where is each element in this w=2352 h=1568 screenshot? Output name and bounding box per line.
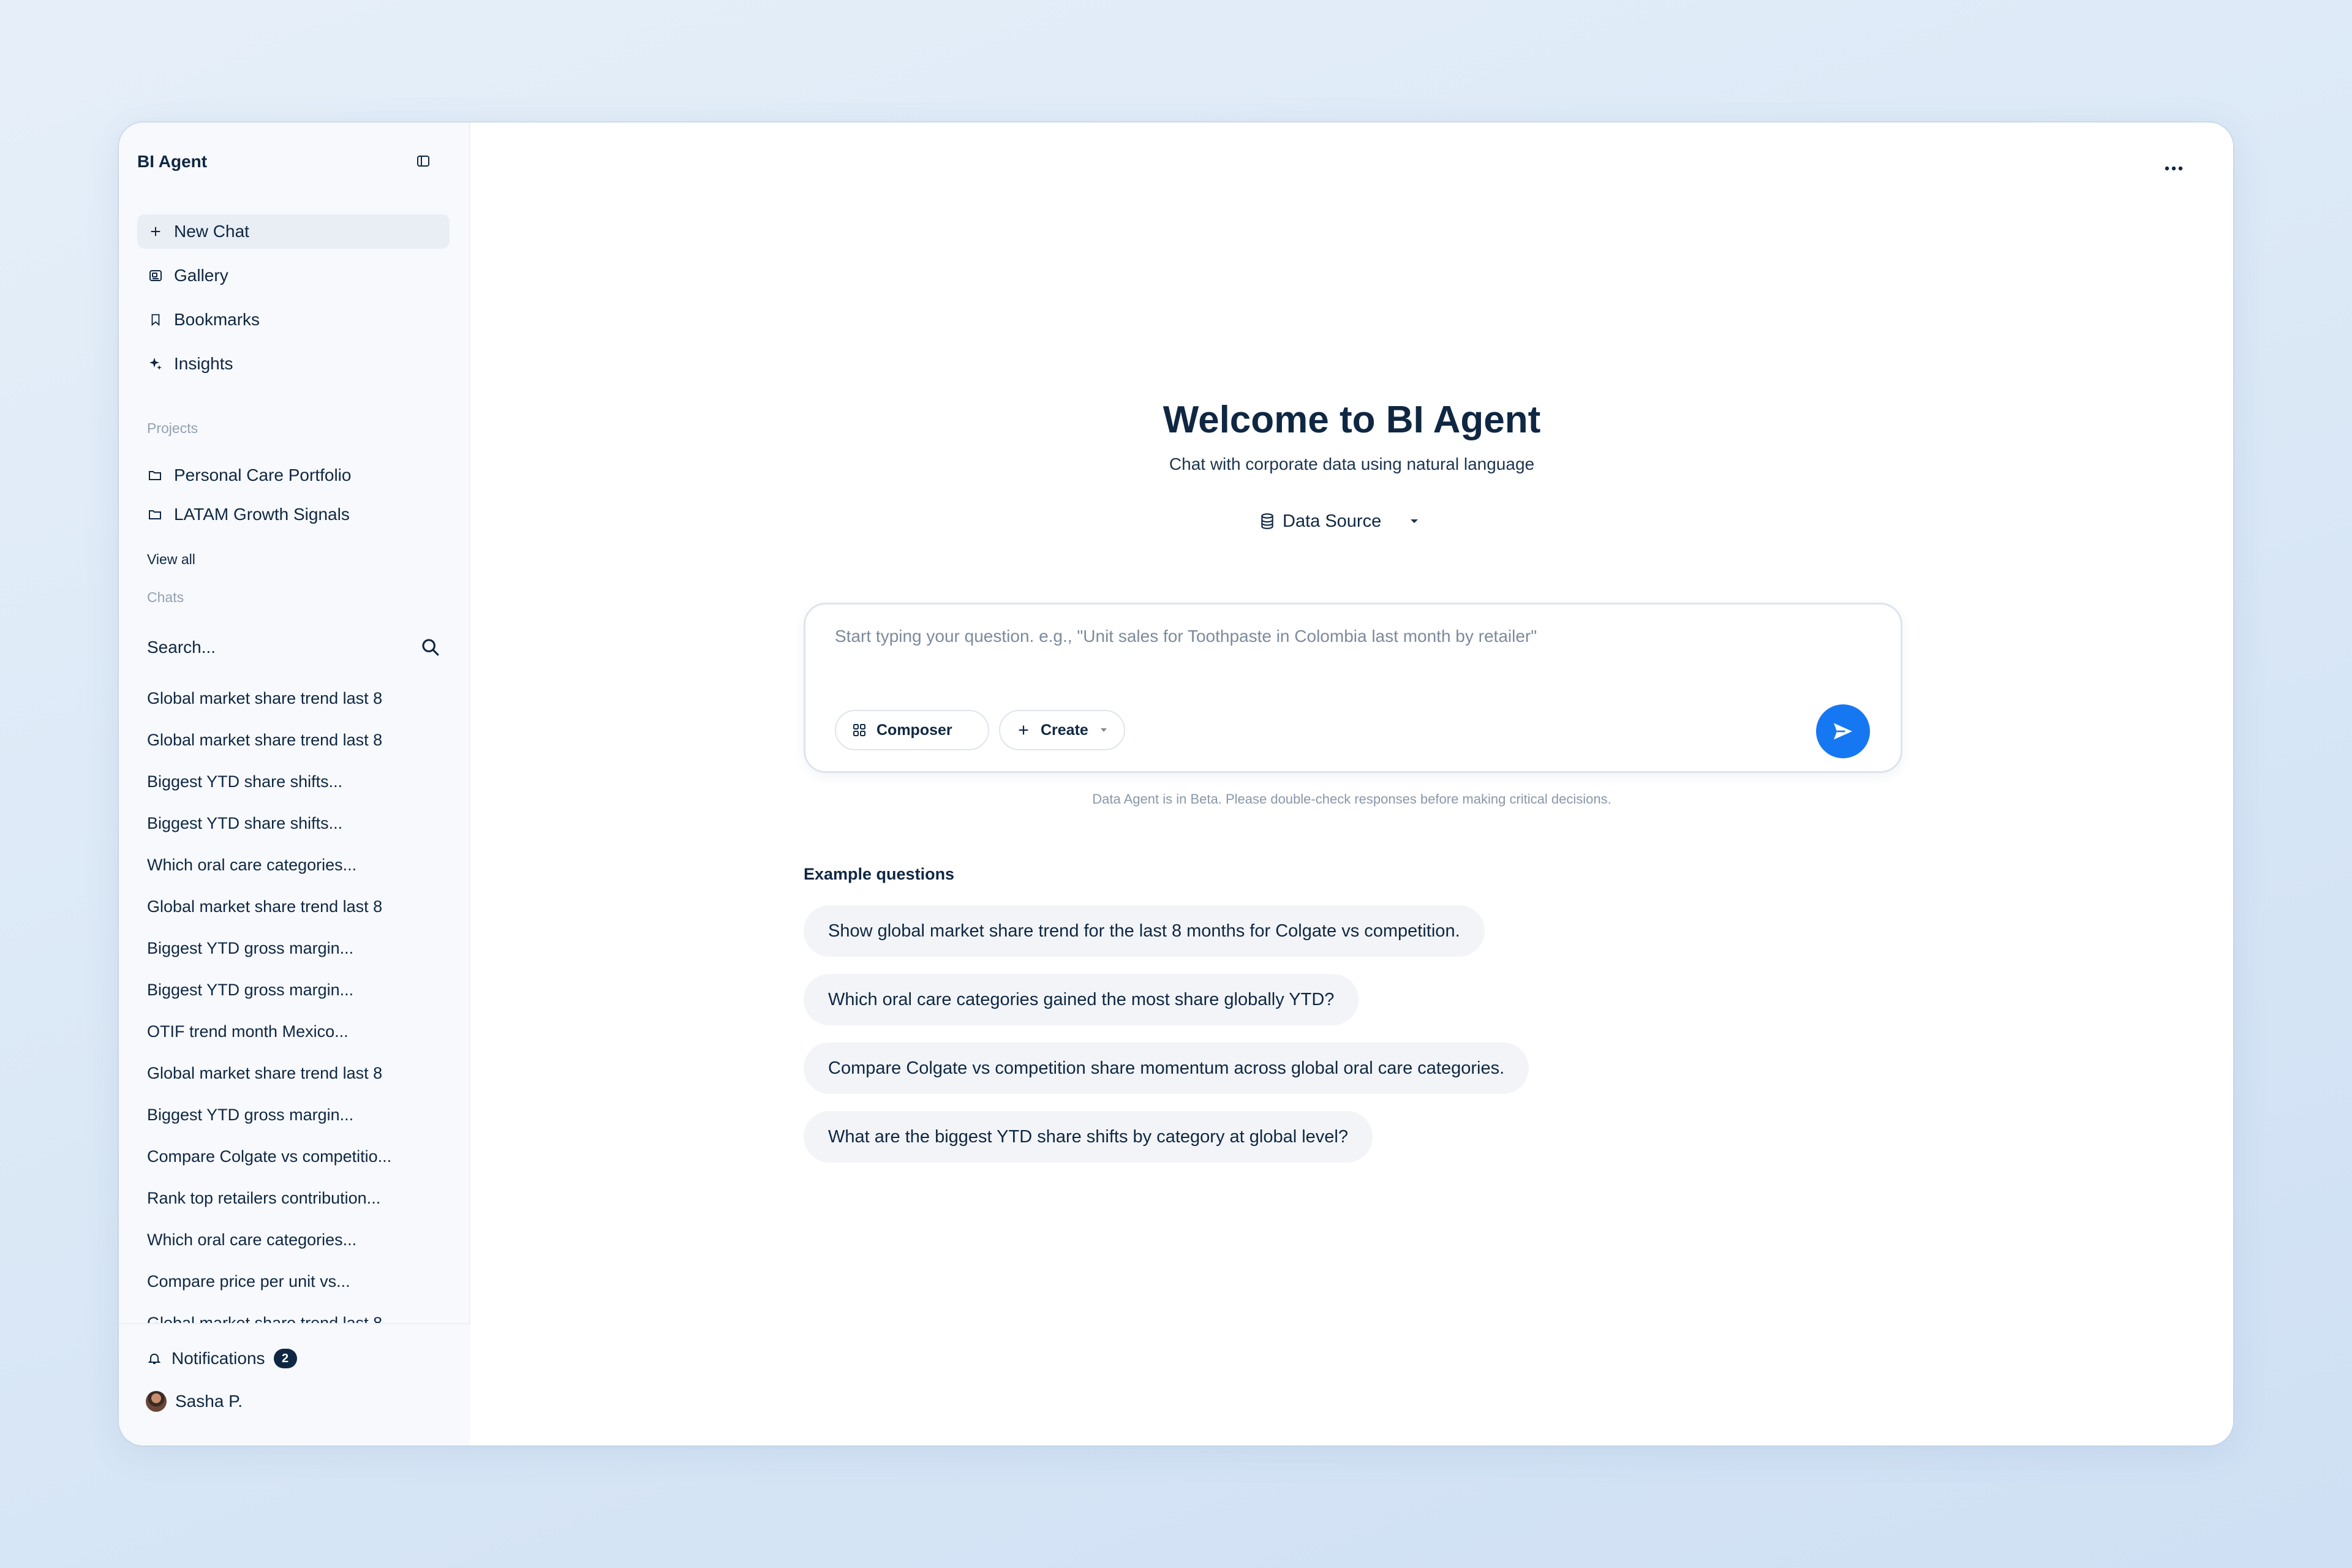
chat-history-item[interactable]: Global market share trend last 8: [147, 726, 382, 753]
chat-search-input[interactable]: [147, 638, 392, 657]
view-all-projects-link[interactable]: View all: [147, 551, 195, 568]
user-name: Sasha P.: [175, 1392, 243, 1411]
gallery-icon: [147, 267, 164, 284]
example-question-chip[interactable]: Which oral care categories gained the mo…: [804, 974, 1359, 1025]
chat-history-item[interactable]: Compare price per unit vs...: [147, 1268, 350, 1295]
beta-disclaimer: Data Agent is in Beta. Please double-che…: [1092, 791, 1611, 807]
folder-icon: [147, 507, 163, 522]
bookmark-icon: [147, 311, 164, 328]
data-source-label: Data Source: [1283, 511, 1382, 531]
prompt-input[interactable]: [835, 627, 1852, 646]
folder-icon: [147, 467, 163, 483]
project-label: LATAM Growth Signals: [174, 505, 350, 524]
nav-label: Gallery: [174, 266, 228, 285]
sidebar-item-bookmarks[interactable]: Bookmarks: [137, 303, 450, 337]
chat-history-item[interactable]: Global market share trend last 8: [147, 1060, 382, 1087]
composer-label: Composer: [876, 721, 952, 739]
data-source-dropdown[interactable]: Data Source: [1258, 506, 1419, 537]
projects-heading: Projects: [147, 420, 198, 436]
project-item[interactable]: Personal Care Portfolio: [147, 462, 351, 489]
chat-history-item[interactable]: Biggest YTD gross margin...: [147, 976, 353, 1003]
app-title: BI Agent: [137, 152, 208, 171]
example-question-chip[interactable]: What are the biggest YTD share shifts by…: [804, 1111, 1373, 1163]
chats-heading: Chats: [147, 589, 184, 605]
composer-button[interactable]: Composer: [835, 710, 989, 750]
sidebar-item-insights[interactable]: Insights: [137, 347, 450, 381]
avatar: [146, 1391, 167, 1412]
chat-history-item[interactable]: Biggest YTD gross margin...: [147, 1101, 353, 1128]
notifications-count-badge: 2: [273, 1349, 297, 1368]
plus-icon: [147, 223, 164, 240]
create-dropdown-button[interactable]: Create: [999, 710, 1125, 750]
project-label: Personal Care Portfolio: [174, 466, 352, 484]
examples-heading: Example questions: [804, 865, 955, 883]
nav-label: Insights: [174, 354, 233, 373]
send-icon: [1831, 719, 1855, 744]
chat-history-item[interactable]: Global market share trend last 8: [147, 685, 382, 712]
chevron-down-icon: [1099, 728, 1108, 733]
notifications-button[interactable]: Notifications 2: [146, 1345, 297, 1372]
grid-icon: [851, 722, 868, 739]
sparkle-icon: [147, 355, 164, 372]
example-question-chip[interactable]: Compare Colgate vs competition share mom…: [804, 1042, 1529, 1094]
chat-search: [147, 632, 441, 663]
project-item[interactable]: LATAM Growth Signals: [147, 501, 350, 528]
chevron-down-icon: [1409, 518, 1419, 524]
chat-history-item[interactable]: Global market share trend last 8: [147, 893, 382, 920]
nav-label: Bookmarks: [174, 310, 260, 329]
nav-label: New Chat: [174, 222, 249, 241]
sidebar-footer: Notifications 2 Sasha P.: [119, 1323, 470, 1446]
chat-history-item[interactable]: Which oral care categories...: [147, 851, 356, 878]
page-subtitle: Chat with corporate data using natural l…: [1169, 454, 1535, 473]
sidebar: BI Agent New Chat Gallery Bookmarks Insi…: [119, 123, 470, 1446]
chat-history-item[interactable]: Biggest YTD share shifts...: [147, 810, 342, 837]
bell-icon: [146, 1350, 163, 1367]
user-profile-button[interactable]: Sasha P.: [146, 1388, 243, 1415]
app-window: BI Agent New Chat Gallery Bookmarks Insi…: [119, 123, 2233, 1446]
chat-history-item[interactable]: Which oral care categories...: [147, 1226, 356, 1253]
sidebar-item-gallery[interactable]: Gallery: [137, 258, 450, 293]
prompt-composer: Composer Create: [804, 603, 1902, 773]
chat-history-item[interactable]: Rank top retailers contribution...: [147, 1185, 380, 1212]
sidebar-toggle-icon[interactable]: [414, 152, 432, 170]
more-options-icon[interactable]: [2158, 153, 2189, 184]
chat-history-item[interactable]: Biggest YTD share shifts...: [147, 768, 342, 795]
example-question-chip[interactable]: Show global market share trend for the l…: [804, 905, 1485, 957]
page-title: Welcome to BI Agent: [1163, 399, 1541, 441]
create-label: Create: [1041, 721, 1088, 739]
chat-history-item[interactable]: OTIF trend month Mexico...: [147, 1018, 349, 1045]
new-chat-button[interactable]: New Chat: [137, 214, 450, 249]
chat-history-item[interactable]: Biggest YTD gross margin...: [147, 935, 353, 962]
database-icon: [1258, 512, 1276, 530]
search-icon[interactable]: [420, 637, 441, 658]
plus-icon: [1015, 722, 1032, 739]
notifications-label: Notifications: [172, 1349, 265, 1368]
send-button[interactable]: [1816, 704, 1870, 758]
chat-history-item[interactable]: Compare Colgate vs competitio...: [147, 1143, 391, 1170]
